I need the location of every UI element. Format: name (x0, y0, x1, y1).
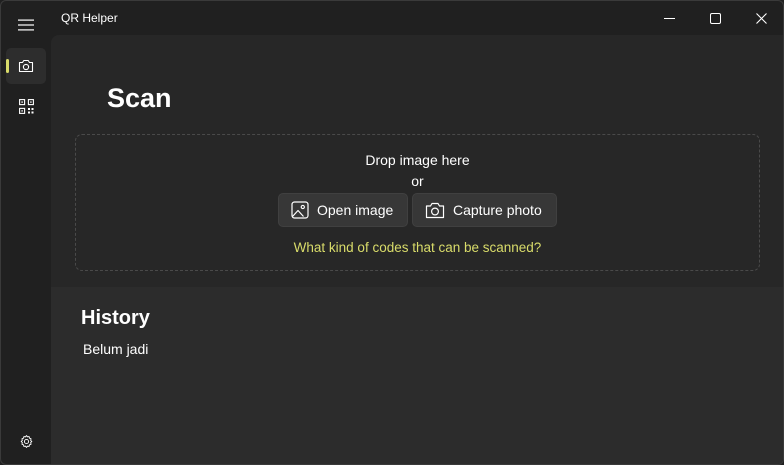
hamburger-menu-button[interactable] (14, 13, 38, 37)
scan-section: Scan Drop image here or Open image Captu… (51, 35, 783, 287)
image-drop-zone[interactable]: Drop image here or Open image Capture ph… (75, 134, 760, 271)
image-icon (291, 201, 309, 219)
hamburger-icon (18, 19, 34, 31)
active-nav-indicator (6, 59, 9, 73)
gear-icon (20, 434, 32, 448)
close-icon (755, 12, 767, 24)
nav-item-generate[interactable] (6, 88, 46, 124)
history-empty-text: Belum jadi (83, 341, 149, 357)
title-bar: QR Helper (1, 1, 783, 37)
sidebar (1, 35, 51, 464)
qr-code-icon (18, 98, 34, 114)
capture-photo-label: Capture photo (453, 202, 542, 218)
app-window: QR Helper Scan Drop image here or Open i… (0, 0, 784, 465)
open-image-label: Open image (317, 202, 394, 218)
drop-image-text: Drop image here (365, 152, 470, 168)
nav-item-scan[interactable] (6, 48, 46, 84)
camera-icon (425, 202, 445, 218)
close-button[interactable] (738, 1, 783, 35)
or-text: or (411, 173, 424, 189)
history-section: History Belum jadi (51, 287, 783, 464)
minimize-button[interactable] (646, 1, 692, 35)
minimize-icon (663, 17, 675, 19)
capture-photo-button[interactable]: Capture photo (412, 193, 557, 227)
camera-icon (18, 59, 34, 73)
history-title: History (81, 307, 150, 329)
maximize-icon (709, 12, 721, 24)
maximize-button[interactable] (692, 1, 738, 35)
nav-item-settings[interactable] (6, 423, 46, 459)
main-content: Scan Drop image here or Open image Captu… (51, 35, 783, 464)
open-image-button[interactable]: Open image (278, 193, 408, 227)
page-title: Scan (107, 83, 172, 113)
app-title: QR Helper (61, 11, 118, 25)
supported-codes-link[interactable]: What kind of codes that can be scanned? (76, 240, 759, 255)
